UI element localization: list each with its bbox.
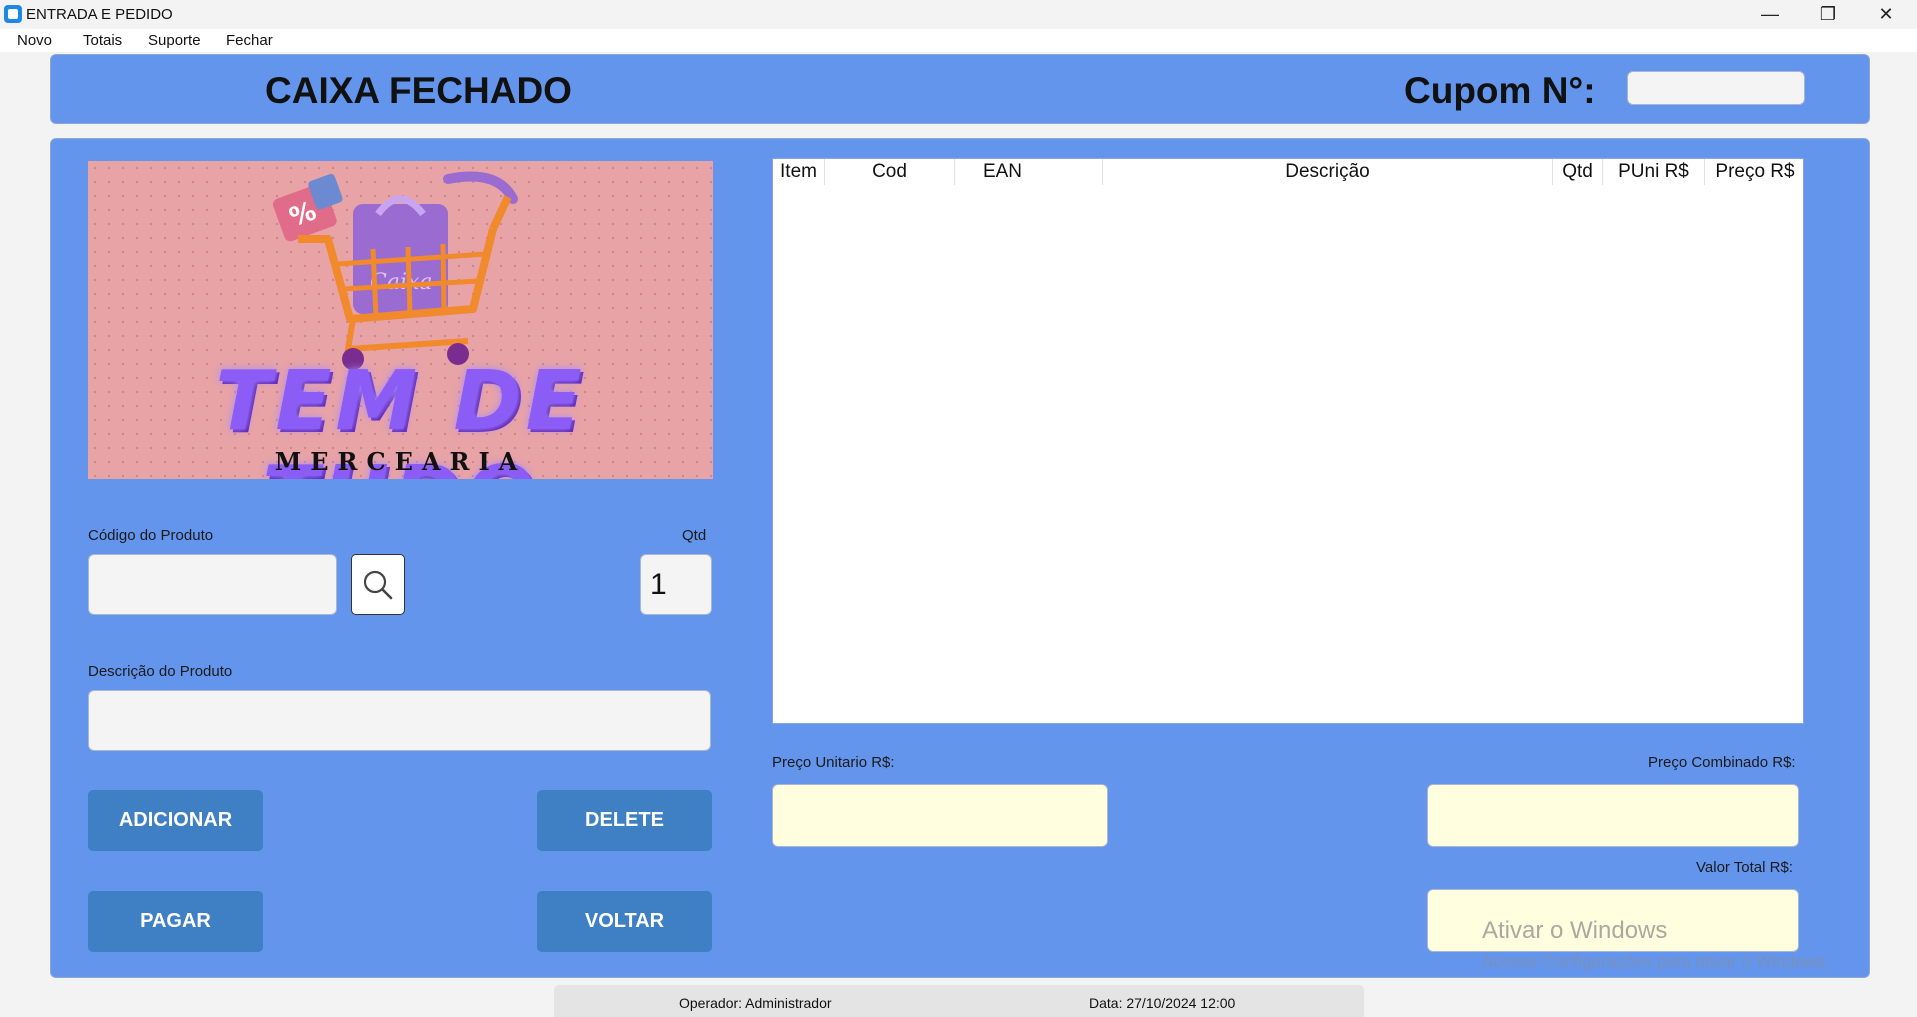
- qty-label: Qtd: [682, 527, 707, 544]
- unit-price-label: Preço Unitario R$:: [772, 754, 895, 771]
- cupom-number-field[interactable]: [1627, 71, 1805, 105]
- add-button[interactable]: ADICIONAR: [88, 790, 263, 851]
- app-icon: [4, 5, 22, 23]
- title-bar: ENTRADA E PEDIDO — ❐ ✕: [0, 0, 1917, 29]
- unit-price-field[interactable]: [772, 784, 1108, 847]
- cupom-label: Cupom N°:: [1404, 70, 1596, 111]
- store-logo: % Caixa TEM DE TUDO MERCEARIA: [88, 161, 713, 479]
- menu-totais[interactable]: Totais: [83, 32, 122, 49]
- column-header-qtd[interactable]: Qtd: [1553, 159, 1603, 185]
- combined-price-field[interactable]: [1427, 784, 1799, 847]
- column-header-puni[interactable]: PUni R$: [1603, 159, 1705, 185]
- menu-bar: Novo Totais Suporte Fechar: [0, 29, 1917, 52]
- activation-watermark-text: Acesse Configurações para ativar o Windo…: [1482, 952, 1830, 971]
- total-value-label: Valor Total R$:: [1696, 859, 1793, 876]
- minimize-button[interactable]: —: [1741, 0, 1799, 29]
- product-code-label: Código do Produto: [88, 527, 214, 544]
- search-icon: [363, 570, 393, 599]
- restore-button[interactable]: ❐: [1799, 0, 1857, 29]
- column-header-descricao[interactable]: Descrição: [1103, 159, 1553, 185]
- logo-subtitle: MERCEARIA: [274, 447, 527, 476]
- back-button[interactable]: VOLTAR: [537, 891, 712, 952]
- menu-suporte[interactable]: Suporte: [148, 32, 201, 49]
- search-button[interactable]: [351, 554, 405, 615]
- qty-input[interactable]: 1: [640, 554, 712, 615]
- activation-watermark-title: Ativar o Windows: [1482, 917, 1668, 944]
- menu-fechar[interactable]: Fechar: [226, 32, 273, 49]
- register-status: CAIXA FECHADO: [265, 70, 572, 111]
- close-button[interactable]: ✕: [1857, 0, 1915, 29]
- shopping-cart-icon: % Caixa: [272, 171, 518, 370]
- status-bar: Operador: Administrador Data: 27/10/2024…: [554, 985, 1364, 1017]
- product-description-input[interactable]: [88, 690, 711, 751]
- date-status: Data: 27/10/2024 12:00: [1089, 995, 1236, 1011]
- menu-novo[interactable]: Novo: [17, 32, 52, 49]
- product-description-label: Descrição do Produto: [88, 663, 233, 680]
- items-table[interactable]: Item Cod EAN Descrição Qtd PUni R$ Preço…: [772, 158, 1804, 724]
- product-code-input[interactable]: [88, 554, 337, 615]
- window-title: ENTRADA E PEDIDO: [26, 6, 173, 23]
- operator-status: Operador: Administrador: [679, 995, 832, 1011]
- combined-price-label: Preço Combinado R$:: [1648, 754, 1796, 771]
- column-header-preco[interactable]: Preço R$: [1705, 159, 1805, 185]
- delete-button[interactable]: DELETE: [537, 790, 712, 851]
- column-header-item[interactable]: Item: [773, 159, 825, 185]
- pay-button[interactable]: PAGAR: [88, 891, 263, 952]
- column-header-ean[interactable]: EAN: [903, 159, 1103, 185]
